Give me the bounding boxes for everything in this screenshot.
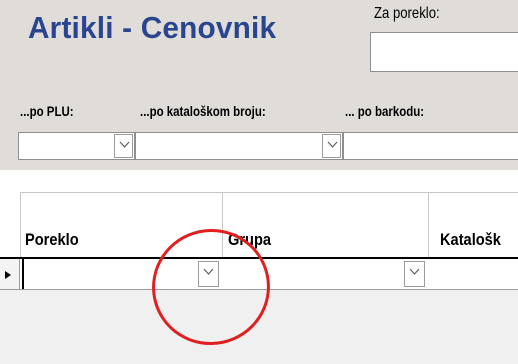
row-selector[interactable] — [0, 259, 20, 289]
poreklo-dropdown-button[interactable] — [198, 261, 219, 287]
empty-grid-area — [0, 290, 518, 364]
grid-column-divider — [428, 192, 429, 258]
poreklo-cell-combo[interactable] — [22, 259, 221, 289]
catalog-number-dropdown-button[interactable] — [322, 134, 341, 158]
plu-filter-combo[interactable] — [18, 132, 135, 160]
plu-filter-label: ...po PLU: — [20, 103, 74, 119]
column-header-grupa[interactable]: Grupa — [228, 230, 271, 250]
origin-filter-label: Za poreklo: — [374, 5, 440, 22]
barcode-filter-input[interactable] — [343, 132, 518, 160]
grid-row-bottom-border — [0, 289, 518, 290]
plu-dropdown-button[interactable] — [114, 134, 133, 158]
grid-column-divider — [20, 192, 21, 258]
column-header-poreklo[interactable]: Poreklo — [25, 230, 79, 250]
column-header-kataloski-broj[interactable]: Katalošk — [440, 230, 501, 250]
chevron-down-icon — [119, 141, 130, 148]
grid-column-divider — [222, 192, 223, 258]
barcode-filter-label: ... po barkodu: — [345, 103, 425, 119]
form-title: Artikli - Cenovnik — [28, 10, 277, 45]
grupa-cell-combo[interactable] — [224, 259, 427, 289]
catalog-number-filter-label: ...po kataloškom broju: — [140, 103, 266, 119]
chevron-down-icon — [409, 268, 420, 275]
chevron-down-icon — [327, 141, 338, 148]
record-pointer-icon — [5, 271, 11, 279]
grid-header-top-border — [20, 192, 518, 193]
kataloski-broj-cell[interactable] — [430, 259, 518, 289]
origin-filter-input[interactable] — [370, 32, 518, 72]
chevron-down-icon — [203, 268, 214, 275]
grupa-dropdown-button[interactable] — [404, 261, 425, 287]
catalog-number-filter-combo[interactable] — [135, 132, 343, 160]
